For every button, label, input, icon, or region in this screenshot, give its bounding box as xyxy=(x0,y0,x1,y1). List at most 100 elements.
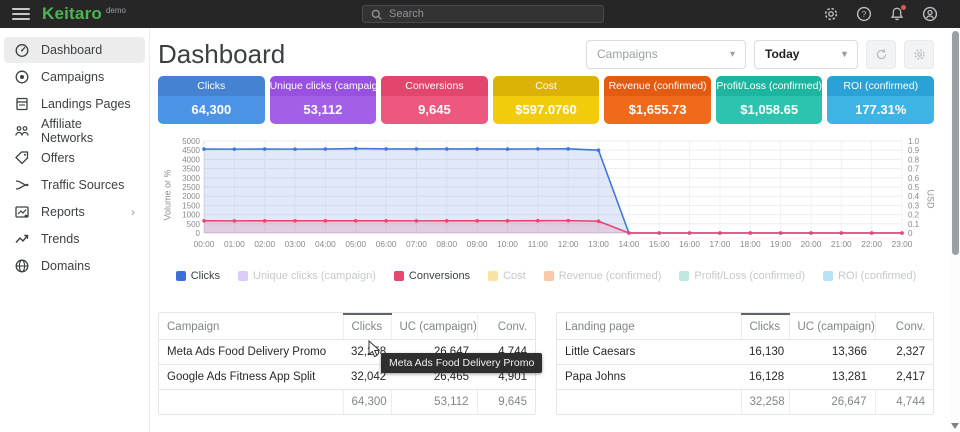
svg-text:2500: 2500 xyxy=(182,183,200,192)
stat-card-label: Clicks xyxy=(158,76,265,96)
sidebar-item-label: Affiliate Networks xyxy=(41,117,135,145)
sidebar-item-reports[interactable]: Reports› xyxy=(4,199,145,225)
svg-text:03:00: 03:00 xyxy=(285,239,306,249)
legend-label: Conversions xyxy=(409,270,470,282)
menu-icon[interactable] xyxy=(12,8,30,20)
landing-page-row[interactable]: Little Caesars16,13013,3662,327 xyxy=(557,340,933,365)
landing-page-row[interactable]: Papa Johns16,12813,2812,417 xyxy=(557,365,933,390)
column-header-clicks[interactable]: Clicks xyxy=(343,314,391,340)
dashboard-settings-button[interactable] xyxy=(904,40,934,69)
legend-item-unique-clicks-campaign[interactable]: Unique clicks (campaign) xyxy=(238,270,376,282)
totals-row: 32,25826,6474,744 xyxy=(557,390,933,415)
chevron-down-icon: ▾ xyxy=(730,49,735,60)
trend-icon xyxy=(14,231,30,247)
legend-label: Cost xyxy=(503,270,526,282)
landing-pages-table: Landing pageClicksUC (campaign)Conv.Litt… xyxy=(556,312,934,415)
sidebar-item-campaigns[interactable]: Campaigns xyxy=(4,64,145,90)
svg-text:17:00: 17:00 xyxy=(710,239,731,249)
stat-card-value: 9,645 xyxy=(381,96,488,124)
row-name[interactable]: Meta Ads Food Delivery Promo xyxy=(159,340,343,365)
stat-card-label: Conversions xyxy=(381,76,488,96)
legend-swatch xyxy=(238,271,248,281)
sidebar-item-landings-pages[interactable]: Landings Pages xyxy=(4,91,145,117)
svg-text:06:00: 06:00 xyxy=(376,239,397,249)
column-header-campaign[interactable]: Campaign xyxy=(159,314,343,340)
refresh-icon xyxy=(875,48,888,61)
svg-text:14:00: 14:00 xyxy=(618,239,639,249)
svg-text:0: 0 xyxy=(196,229,201,238)
notification-dot xyxy=(901,5,906,10)
logo[interactable]: Keitarodemo xyxy=(42,4,126,24)
chevron-down-icon: ▾ xyxy=(842,49,847,60)
stat-card-roi-confirmed: ROI (confirmed)177.31% xyxy=(827,76,934,124)
svg-text:0: 0 xyxy=(908,229,913,238)
gear-icon xyxy=(913,48,926,61)
row-clicks: 16,130 xyxy=(741,340,789,365)
y-axis-label-left: Volume or % xyxy=(163,169,173,220)
stat-cards: Clicks64,300Unique clicks (campaign)53,1… xyxy=(158,76,934,124)
svg-text:18:00: 18:00 xyxy=(740,239,761,249)
column-header-landing-page[interactable]: Landing page xyxy=(557,314,741,340)
sidebar-item-trends[interactable]: Trends xyxy=(4,226,145,252)
sidebar-item-offers[interactable]: Offers xyxy=(4,145,145,171)
svg-text:08:00: 08:00 xyxy=(436,239,457,249)
svg-text:12:00: 12:00 xyxy=(558,239,579,249)
help-icon[interactable]: ? xyxy=(856,6,872,22)
stat-card-label: Unique clicks (campaign) xyxy=(270,76,377,96)
svg-text:21:00: 21:00 xyxy=(831,239,852,249)
svg-text:13:00: 13:00 xyxy=(588,239,609,249)
search-input[interactable] xyxy=(389,8,595,20)
stat-card-conversions: Conversions9,645 xyxy=(381,76,488,124)
y-axis-label-right: USD xyxy=(925,189,935,208)
sidebar-item-affiliate-networks[interactable]: Affiliate Networks xyxy=(4,118,145,144)
sidebar-item-traffic-sources[interactable]: Traffic Sources xyxy=(4,172,145,198)
svg-text:0.1: 0.1 xyxy=(908,220,920,229)
legend-item-cost[interactable]: Cost xyxy=(488,270,526,282)
user-avatar-icon[interactable] xyxy=(922,6,938,22)
settings-gear-icon[interactable] xyxy=(823,6,839,22)
mouse-cursor xyxy=(368,340,381,363)
sidebar-item-domains[interactable]: Domains xyxy=(4,253,145,279)
stat-card-label: Profit/Loss (confirmed) xyxy=(716,76,823,96)
chart-legend: Clicks Unique clicks (campaign) Conversion… xyxy=(158,270,934,282)
svg-text:02:00: 02:00 xyxy=(254,239,275,249)
row-uc: 13,366 xyxy=(789,340,875,365)
column-header-uc-campaign[interactable]: UC (campaign) xyxy=(789,314,875,340)
search-icon xyxy=(371,9,382,20)
sidebar-item-label: Dashboard xyxy=(41,43,102,57)
stat-card-value: $1,655.73 xyxy=(604,96,711,124)
search-box[interactable] xyxy=(362,5,604,23)
keitaro-dashboard-page: Keitarodemo ? Dashboard CampaignsLandings… xyxy=(0,0,960,432)
stat-card-revenue-confirmed: Revenue (confirmed)$1,655.73 xyxy=(604,76,711,124)
stat-card-label: ROI (confirmed) xyxy=(827,76,934,96)
campaigns-filter-select[interactable]: Campaigns▾ xyxy=(586,40,746,69)
column-header-conv[interactable]: Conv. xyxy=(477,314,535,340)
svg-text:20:00: 20:00 xyxy=(801,239,822,249)
sidebar-item-dashboard[interactable]: Dashboard xyxy=(4,37,145,63)
column-header-clicks[interactable]: Clicks xyxy=(741,314,789,340)
svg-text:0.2: 0.2 xyxy=(908,211,920,220)
notifications-bell-icon[interactable] xyxy=(889,6,905,22)
row-name[interactable]: Little Caesars xyxy=(557,340,741,365)
column-header-conv[interactable]: Conv. xyxy=(875,314,933,340)
stat-card-unique-clicks-campaign: Unique clicks (campaign)53,112 xyxy=(270,76,377,124)
legend-item-revenue-confirmed[interactable]: Revenue (confirmed) xyxy=(544,270,662,282)
stat-card-value: 53,112 xyxy=(270,96,377,124)
stat-card-value: 177.31% xyxy=(827,96,934,124)
svg-text:01:00: 01:00 xyxy=(224,239,245,249)
date-range-select[interactable]: Today▾ xyxy=(754,40,858,69)
scrollbar-thumb[interactable] xyxy=(952,31,959,255)
column-header-uc-campaign[interactable]: UC (campaign) xyxy=(391,314,477,340)
scroll-down-arrow-icon[interactable] xyxy=(951,423,959,429)
svg-text:16:00: 16:00 xyxy=(679,239,700,249)
row-name[interactable]: Papa Johns xyxy=(557,365,741,390)
refresh-button[interactable] xyxy=(866,40,896,69)
legend-item-profit-loss-confirmed[interactable]: Profit/Loss (confirmed) xyxy=(679,270,805,282)
svg-text:15:00: 15:00 xyxy=(649,239,670,249)
row-name[interactable]: Google Ads Fitness App Split xyxy=(159,365,343,390)
legend-item-clicks[interactable]: Clicks xyxy=(176,270,220,282)
legend-item-roi-confirmed[interactable]: ROI (confirmed) xyxy=(823,270,916,282)
svg-text:4500: 4500 xyxy=(182,146,200,155)
svg-text:0.4: 0.4 xyxy=(908,192,920,201)
legend-item-conversions[interactable]: Conversions xyxy=(394,270,470,282)
